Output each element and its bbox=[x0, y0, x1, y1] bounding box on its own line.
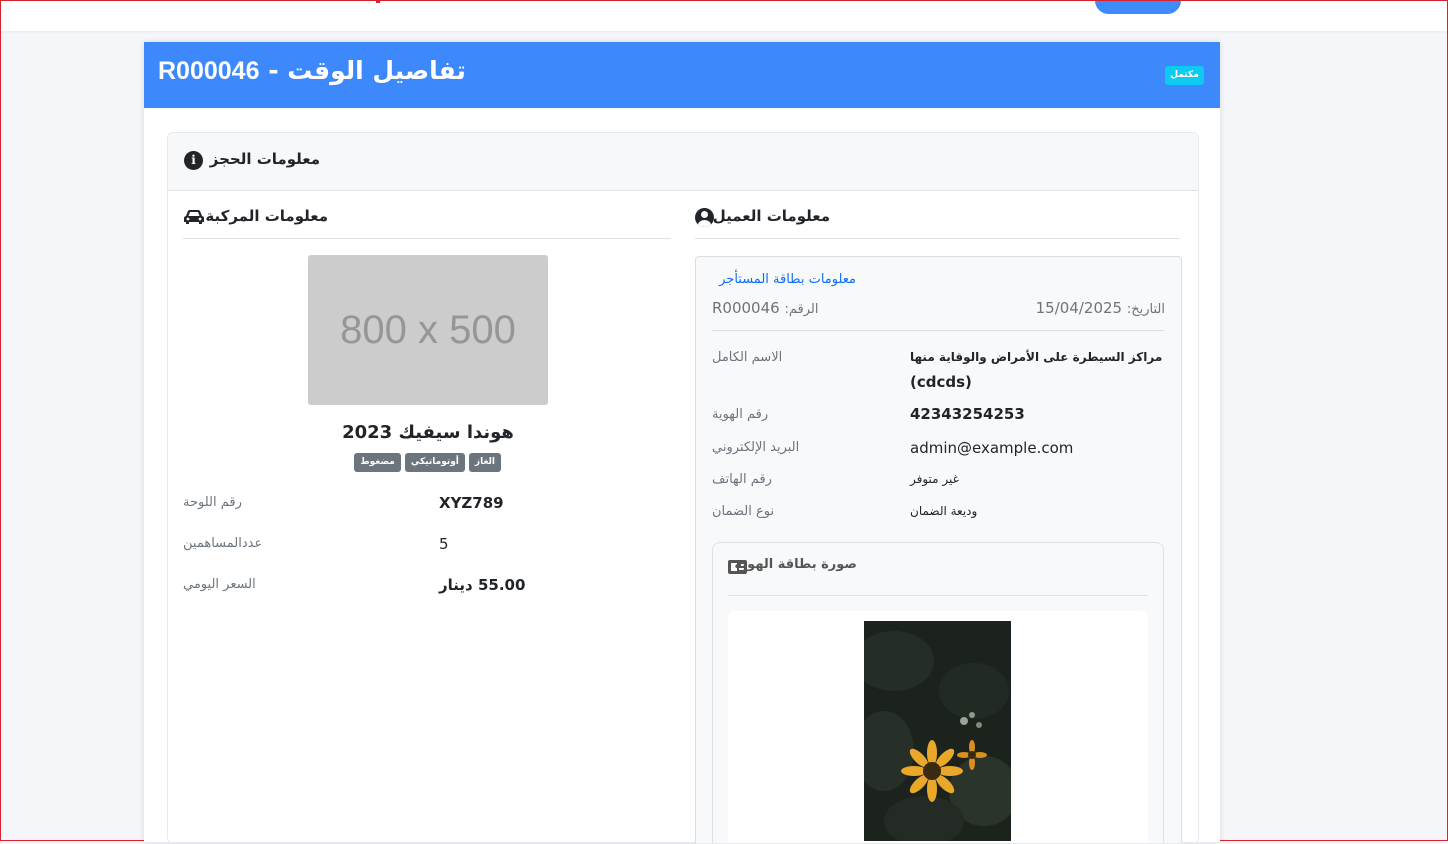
guarantee-value: وديعة الضمان bbox=[910, 504, 978, 518]
plate-value: XYZ789 bbox=[439, 494, 504, 512]
id-card-title: صورة بطاقة الهوية bbox=[734, 557, 857, 572]
number-meta: الرقم: R000046 bbox=[712, 299, 818, 317]
vehicle-divider bbox=[183, 238, 671, 239]
tag-transmission: أوتوماتيكي bbox=[404, 453, 465, 472]
tag-fuel: الغاز bbox=[468, 453, 501, 472]
date-meta: التاريخ: 15/04/2025 bbox=[1036, 299, 1165, 317]
id-card-image[interactable] bbox=[864, 621, 1011, 841]
top-navbar bbox=[1, 1, 1447, 31]
navbar-accent bbox=[376, 1, 380, 3]
renter-divider bbox=[712, 330, 1164, 331]
vehicle-section-title: معلومات المركبة bbox=[205, 207, 328, 225]
customer-divider bbox=[695, 238, 1180, 239]
date-label: التاريخ: bbox=[1126, 302, 1165, 317]
renter-card: معلومات بطاقة المستأجر التاريخ: 15/04/20… bbox=[695, 256, 1182, 843]
user-icon bbox=[695, 208, 714, 227]
id-number-value: 42343254253 bbox=[910, 405, 1025, 423]
id-number-label: رقم الهوية bbox=[712, 407, 769, 422]
daily-price-value: 55.00 دينار bbox=[439, 576, 526, 594]
vehicle-name: هوندا سيفيك 2023 bbox=[342, 422, 514, 443]
number-value: R000046 bbox=[712, 299, 780, 317]
seats-label: عددالمساهمين bbox=[183, 536, 263, 551]
plate-label: رقم اللوحة bbox=[183, 495, 242, 510]
booking-id: R000046 bbox=[158, 57, 260, 85]
page-title: تفاصيل الوقت - R000046 bbox=[158, 56, 466, 86]
phone-label: رقم الهاتف bbox=[712, 472, 772, 487]
daily-price-label: السعر اليومي bbox=[183, 577, 256, 592]
fullname-value-alt: (cdcds) bbox=[910, 373, 972, 391]
email-value: admin@example.com bbox=[910, 439, 1074, 457]
id-card-panel: صورة بطاقة الهوية bbox=[712, 542, 1164, 843]
details-card: تفاصيل الوقت - R000046 مكتمل i معلومات ا… bbox=[144, 42, 1220, 844]
info-icon: i bbox=[184, 151, 203, 170]
vehicle-tags: الغاز أوتوماتيكي مضغوط bbox=[354, 453, 501, 473]
seats-value: 5 bbox=[439, 535, 449, 553]
renter-card-title: معلومات بطاقة المستأجر bbox=[719, 272, 856, 287]
date-value: 15/04/2025 bbox=[1035, 299, 1123, 317]
guarantee-label: نوع الضمان bbox=[712, 504, 775, 519]
phone-value: غير متوفر bbox=[910, 472, 959, 486]
fullname-label: الاسم الكامل bbox=[712, 350, 783, 365]
page-title-text: تفاصيل الوقت - bbox=[259, 56, 466, 85]
id-card-divider bbox=[728, 595, 1148, 596]
tag-class: مضغوط bbox=[354, 453, 401, 472]
booking-info-header: i معلومات الحجز bbox=[168, 133, 1198, 191]
email-label: البريد الإلكتروني bbox=[712, 440, 800, 455]
booking-info-title: معلومات الحجز bbox=[209, 150, 320, 168]
status-badge: مكتمل bbox=[1165, 66, 1204, 85]
customer-section-title: معلومات العميل bbox=[712, 207, 830, 225]
navbar-button[interactable] bbox=[1095, 1, 1181, 14]
booking-info-panel: i معلومات الحجز معلومات المركبة 800 x 50… bbox=[167, 132, 1199, 844]
id-card-image-frame bbox=[728, 611, 1148, 843]
vehicle-image: 800 x 500 bbox=[308, 255, 548, 405]
number-label: الرقم: bbox=[784, 302, 819, 317]
fullname-value: مراكز السيطرة على الأمراض والوقاية منها bbox=[910, 350, 1163, 364]
car-icon bbox=[184, 210, 204, 224]
card-header: تفاصيل الوقت - R000046 مكتمل bbox=[144, 42, 1220, 108]
